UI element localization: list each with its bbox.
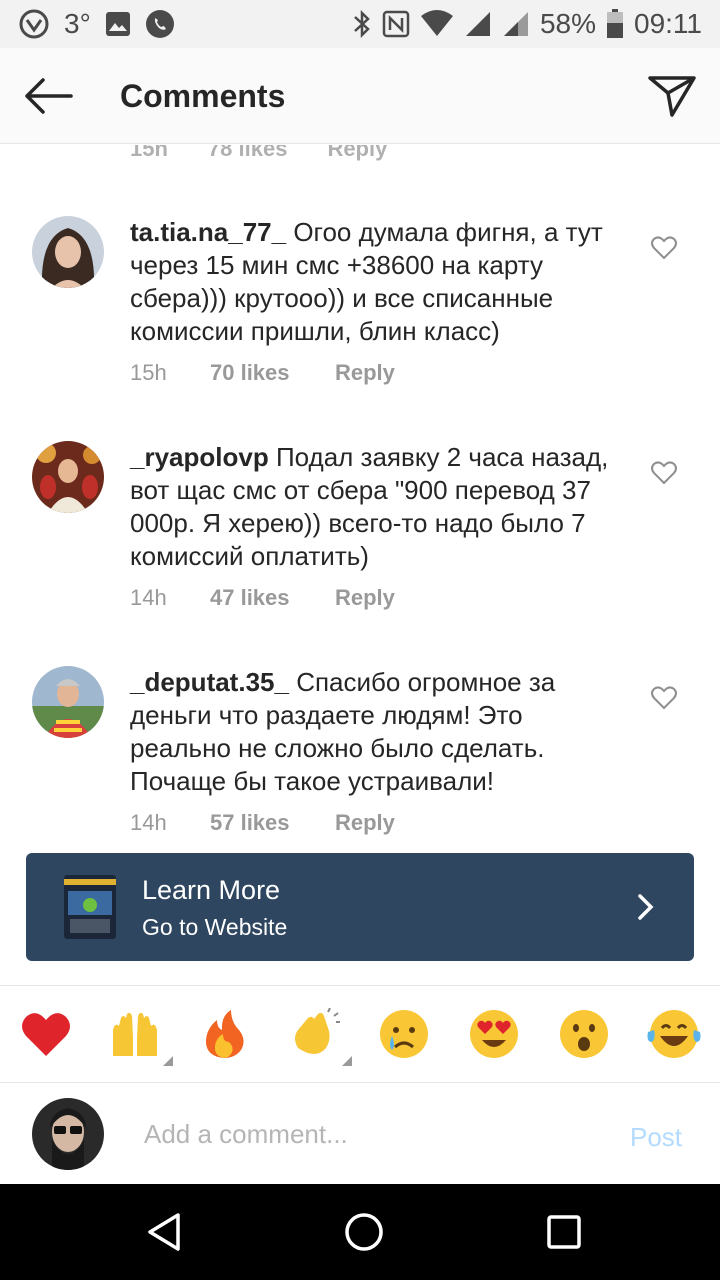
- emoji-raised-hands-button[interactable]: [107, 1006, 173, 1066]
- nav-home-button[interactable]: [342, 1210, 386, 1254]
- like-button[interactable]: [648, 232, 680, 264]
- emoji-crying-button[interactable]: [376, 1006, 432, 1062]
- status-bar: 3° 58% 09:11: [0, 0, 720, 48]
- raised-hands-emoji-icon: [113, 1012, 157, 1056]
- gallery-icon: [105, 11, 131, 37]
- comment-username[interactable]: _deputat.35_: [130, 667, 289, 697]
- current-user-avatar: [32, 1098, 104, 1170]
- post-button[interactable]: Post: [630, 1122, 682, 1153]
- emoji-fire-button[interactable]: [196, 1006, 252, 1062]
- clock: 09:11: [634, 8, 702, 39]
- emoji-bar: [0, 985, 720, 1083]
- comment-time: 15h: [130, 144, 168, 161]
- back-button[interactable]: [20, 72, 76, 120]
- comment-composer: Post: [0, 1084, 720, 1184]
- heart-outline-icon: [651, 686, 677, 710]
- header: Comments: [0, 48, 720, 144]
- emoji-heart-button[interactable]: [18, 1006, 74, 1062]
- like-button[interactable]: [648, 457, 680, 489]
- ad-title: Learn More: [142, 875, 281, 905]
- emoji-heart-eyes-button[interactable]: [466, 1006, 522, 1062]
- square-recents-icon: [547, 1215, 581, 1249]
- temperature-text: 3°: [64, 8, 91, 39]
- comment-meta: 14h 57 likes Reply: [130, 810, 395, 836]
- emoji-surprised-button[interactable]: [556, 1006, 612, 1062]
- comment-time: 14h: [130, 585, 167, 610]
- fire-emoji-icon: [205, 1010, 244, 1058]
- comment-likes[interactable]: 47 likes: [210, 585, 335, 611]
- avatar[interactable]: [32, 666, 104, 738]
- viber-icon: [145, 9, 175, 39]
- paper-plane-icon: [648, 76, 696, 117]
- battery-percent: 58%: [539, 8, 596, 39]
- vpn-icon: [18, 8, 50, 40]
- heart-outline-icon: [651, 461, 677, 485]
- heart-emoji-icon: [22, 1013, 70, 1056]
- wifi-icon: [420, 10, 454, 38]
- clapping-hands-emoji-icon: [295, 1008, 340, 1054]
- nav-recents-button[interactable]: [542, 1210, 586, 1254]
- comment-username[interactable]: _ryapolovp: [130, 442, 269, 472]
- circle-home-icon: [345, 1213, 383, 1251]
- emoji-joy-button[interactable]: [646, 1006, 702, 1062]
- ad-subtitle: Go to Website: [142, 914, 288, 940]
- surprised-face-emoji-icon: [560, 1010, 608, 1058]
- previous-comment-meta: 15h 78 likes Reply: [130, 144, 387, 162]
- heart-outline-icon: [651, 236, 677, 260]
- reply-button[interactable]: Reply: [335, 585, 395, 611]
- comment-likes[interactable]: 70 likes: [210, 360, 335, 386]
- system-nav-bar: [0, 1184, 720, 1280]
- share-button[interactable]: [646, 72, 698, 120]
- comment-likes[interactable]: 57 likes: [210, 810, 335, 836]
- reply-button[interactable]: Reply: [327, 145, 387, 162]
- battery-icon: [606, 9, 624, 39]
- ad-banner[interactable]: Learn More Go to Website: [26, 853, 694, 961]
- comment-meta: 14h 47 likes Reply: [130, 585, 395, 611]
- signal-icon: [464, 10, 492, 38]
- crying-face-emoji-icon: [380, 1010, 428, 1058]
- triangle-back-icon: [148, 1213, 180, 1251]
- comment-body: _ryapolovp Подал заявку 2 часа назад, во…: [130, 441, 630, 573]
- page-title: Comments: [120, 78, 286, 114]
- comment-time: 15h: [130, 360, 167, 385]
- bluetooth-icon: [352, 9, 372, 39]
- reply-button[interactable]: Reply: [335, 810, 395, 836]
- comment-body: _deputat.35_ Спасибо огромное за деньги …: [130, 666, 630, 798]
- reply-button[interactable]: Reply: [335, 360, 395, 386]
- emoji-clap-button[interactable]: [286, 1006, 352, 1066]
- nav-back-button[interactable]: [142, 1210, 186, 1254]
- comment-input[interactable]: [144, 1112, 604, 1156]
- like-button[interactable]: [648, 682, 680, 714]
- chevron-right-icon: [634, 891, 658, 923]
- tears-of-joy-emoji-icon: [647, 1010, 701, 1058]
- arrow-left-icon: [25, 78, 73, 114]
- avatar[interactable]: [32, 216, 104, 288]
- comment-time: 14h: [130, 810, 167, 835]
- comment-meta: 15h 70 likes Reply: [130, 360, 395, 386]
- comment-likes[interactable]: 78 likes: [208, 145, 288, 162]
- signal-2-icon: [502, 10, 530, 38]
- heart-eyes-emoji-icon: [470, 1010, 518, 1058]
- nfc-icon: [382, 10, 410, 38]
- comment-username[interactable]: ta.tia.na_77_: [130, 217, 286, 247]
- comment-body: ta.tia.na_77_ Огоо думала фигня, а тут ч…: [130, 216, 630, 348]
- ad-thumbnail: [64, 875, 116, 939]
- avatar[interactable]: [32, 441, 104, 513]
